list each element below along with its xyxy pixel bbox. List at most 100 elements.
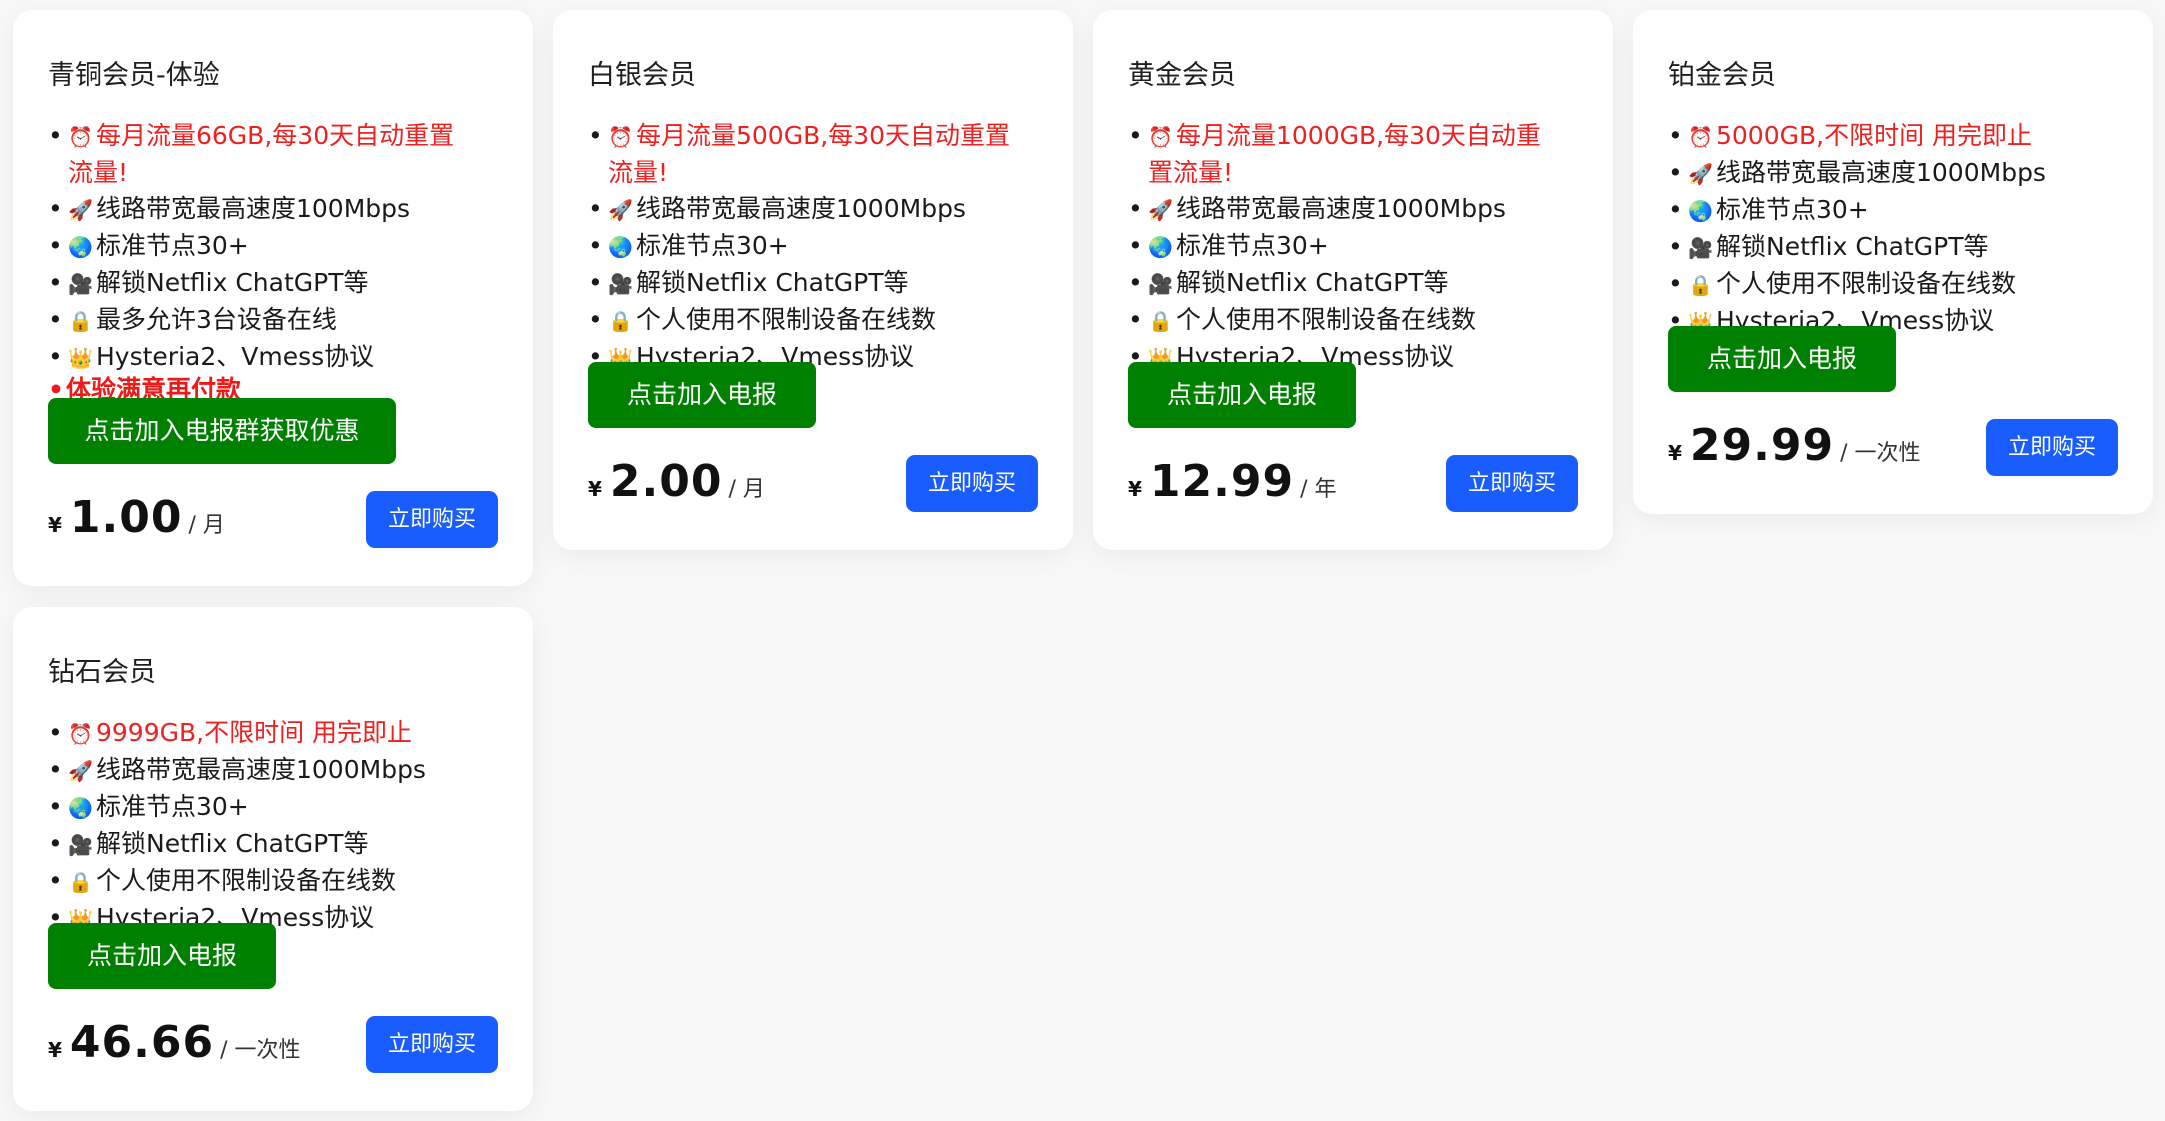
movie-camera-icon: 🎥 — [68, 272, 93, 296]
lock-icon: 🔒 — [68, 870, 93, 894]
price: ¥29.99/ 一次性 — [1668, 420, 1921, 471]
plan-title: 铂金会员 — [1668, 60, 1776, 91]
plan-card-diamond: 钻石会员 ⏰9999GB,不限时间 用完即止 🚀线路带宽最高速度1000Mbps… — [13, 607, 533, 1111]
feature-list: ⏰9999GB,不限时间 用完即止 🚀线路带宽最高速度1000Mbps 🌏标准节… — [48, 715, 498, 937]
feature-item: 🚀线路带宽最高速度1000Mbps — [1668, 155, 2118, 192]
price-row: ¥2.00/ 月 立即购买 — [588, 455, 1038, 513]
feature-text: 解锁Netflix ChatGPT等 — [96, 268, 369, 297]
rocket-icon: 🚀 — [68, 759, 93, 783]
rocket-icon: 🚀 — [1688, 162, 1713, 186]
price-row: ¥12.99/ 年 立即购买 — [1128, 455, 1578, 513]
currency-symbol: ¥ — [1668, 441, 1682, 465]
join-telegram-button[interactable]: 点击加入电报群 — [1668, 326, 1896, 439]
join-telegram-button[interactable]: 点击加入电报群 — [1128, 362, 1356, 475]
feature-item: 🌏标准节点30+ — [588, 228, 1038, 265]
price: ¥2.00/ 月 — [588, 456, 765, 507]
price-amount: 12.99 — [1149, 456, 1295, 507]
feature-item: 🎥解锁Netflix ChatGPT等 — [1128, 265, 1578, 302]
feature-item: 🌏标准节点30+ — [48, 228, 498, 265]
buy-now-button[interactable]: 立即购买 — [366, 1016, 498, 1073]
lock-icon: 🔒 — [68, 309, 93, 333]
currency-symbol: ¥ — [48, 513, 62, 537]
feature-text: 标准节点30+ — [96, 792, 249, 821]
price-amount: 1.00 — [69, 492, 183, 543]
plan-card-platinum: 铂金会员 ⏰5000GB,不限时间 用完即止 🚀线路带宽最高速度1000Mbps… — [1633, 10, 2153, 514]
feature-item: ⏰每月流量66GB,每30天自动重置流量! — [48, 118, 478, 191]
feature-item: 🌏标准节点30+ — [48, 789, 498, 826]
currency-symbol: ¥ — [48, 1038, 62, 1062]
globe-icon: 🌏 — [1688, 199, 1713, 223]
feature-text: 标准节点30+ — [96, 231, 249, 260]
feature-text: 标准节点30+ — [1716, 195, 1869, 224]
feature-text: 线路带宽最高速度1000Mbps — [1176, 194, 1506, 223]
billing-period: / 月 — [188, 513, 225, 538]
alarm-clock-icon: ⏰ — [1688, 125, 1713, 149]
rocket-icon: 🚀 — [68, 198, 93, 222]
plan-card-bronze: 青铜会员-体验 ⏰每月流量66GB,每30天自动重置流量! 🚀线路带宽最高速度1… — [13, 10, 533, 586]
feature-text: Hysteria2、Vmess协议 — [96, 342, 375, 371]
feature-item: 🚀线路带宽最高速度1000Mbps — [588, 191, 1038, 228]
alarm-clock-icon: ⏰ — [68, 722, 93, 746]
billing-period: / 月 — [728, 477, 765, 502]
currency-symbol: ¥ — [1128, 477, 1142, 501]
feature-text: 线路带宽最高速度1000Mbps — [96, 755, 426, 784]
buy-now-button[interactable]: 立即购买 — [906, 455, 1038, 512]
feature-text: 5000GB,不限时间 用完即止 — [1716, 121, 2033, 150]
feature-text: 线路带宽最高速度1000Mbps — [636, 194, 966, 223]
feature-item: 🔒个人使用不限制设备在线数 — [48, 863, 498, 900]
plan-title: 青铜会员-体验 — [48, 60, 220, 91]
feature-list: ⏰每月流量66GB,每30天自动重置流量! 🚀线路带宽最高速度100Mbps 🌏… — [48, 118, 498, 376]
buy-now-button[interactable]: 立即购买 — [366, 491, 498, 548]
join-telegram-button[interactable]: 点击加入电报群 — [48, 923, 276, 1036]
feature-text: 每月流量500GB,每30天自动重置流量! — [608, 121, 1010, 187]
feature-text: 个人使用不限制设备在线数 — [1716, 269, 2017, 298]
price-row: ¥1.00/ 月 立即购买 — [48, 491, 498, 549]
feature-item: 🎥解锁Netflix ChatGPT等 — [588, 265, 1038, 302]
currency-symbol: ¥ — [588, 477, 602, 501]
feature-item: 🔒个人使用不限制设备在线数 — [588, 302, 1038, 339]
feature-text: 解锁Netflix ChatGPT等 — [1716, 232, 1989, 261]
plan-card-gold: 黄金会员 ⏰每月流量1000GB,每30天自动重置流量! 🚀线路带宽最高速度10… — [1093, 10, 1613, 550]
feature-item: 🎥解锁Netflix ChatGPT等 — [48, 826, 498, 863]
price-row: ¥46.66/ 一次性 立即购买 — [48, 1016, 498, 1074]
feature-item: 🌏标准节点30+ — [1128, 228, 1578, 265]
feature-text: 最多允许3台设备在线 — [96, 305, 337, 334]
movie-camera-icon: 🎥 — [68, 833, 93, 857]
price-amount: 29.99 — [1689, 420, 1835, 471]
price-amount: 2.00 — [609, 456, 723, 507]
feature-text: 9999GB,不限时间 用完即止 — [96, 718, 413, 747]
feature-text: 个人使用不限制设备在线数 — [1176, 305, 1477, 334]
feature-list: ⏰每月流量500GB,每30天自动重置流量! 🚀线路带宽最高速度1000Mbps… — [588, 118, 1038, 376]
feature-list: ⏰每月流量1000GB,每30天自动重置流量! 🚀线路带宽最高速度1000Mbp… — [1128, 118, 1578, 376]
feature-text: 标准节点30+ — [1176, 231, 1329, 260]
feature-text: 解锁Netflix ChatGPT等 — [1176, 268, 1449, 297]
globe-icon: 🌏 — [68, 235, 93, 259]
alarm-clock-icon: ⏰ — [608, 125, 633, 149]
feature-item: 🚀线路带宽最高速度100Mbps — [48, 191, 498, 228]
alarm-clock-icon: ⏰ — [68, 125, 93, 149]
feature-list: ⏰5000GB,不限时间 用完即止 🚀线路带宽最高速度1000Mbps 🌏标准节… — [1668, 118, 2118, 340]
globe-icon: 🌏 — [608, 235, 633, 259]
feature-text: 解锁Netflix ChatGPT等 — [96, 829, 369, 858]
billing-period: / 一次性 — [220, 1038, 301, 1063]
lock-icon: 🔒 — [1688, 273, 1713, 297]
globe-icon: 🌏 — [1148, 235, 1173, 259]
movie-camera-icon: 🎥 — [1688, 236, 1713, 260]
feature-text: 每月流量66GB,每30天自动重置流量! — [68, 121, 455, 187]
join-telegram-button[interactable]: 点击加入电报群获取优惠码 — [48, 398, 396, 511]
price: ¥12.99/ 年 — [1128, 456, 1337, 507]
lock-icon: 🔒 — [608, 309, 633, 333]
crown-icon: 👑 — [68, 346, 93, 370]
join-telegram-button[interactable]: 点击加入电报群 — [588, 362, 816, 475]
feature-text: 解锁Netflix ChatGPT等 — [636, 268, 909, 297]
billing-period: / 一次性 — [1840, 441, 1921, 466]
feature-item: 🚀线路带宽最高速度1000Mbps — [1128, 191, 1578, 228]
feature-item: 🔒最多允许3台设备在线 — [48, 302, 498, 339]
lock-icon: 🔒 — [1148, 309, 1173, 333]
price: ¥46.66/ 一次性 — [48, 1017, 301, 1068]
rocket-icon: 🚀 — [1148, 198, 1173, 222]
buy-now-button[interactable]: 立即购买 — [1986, 419, 2118, 476]
buy-now-button[interactable]: 立即购买 — [1446, 455, 1578, 512]
movie-camera-icon: 🎥 — [1148, 272, 1173, 296]
movie-camera-icon: 🎥 — [608, 272, 633, 296]
